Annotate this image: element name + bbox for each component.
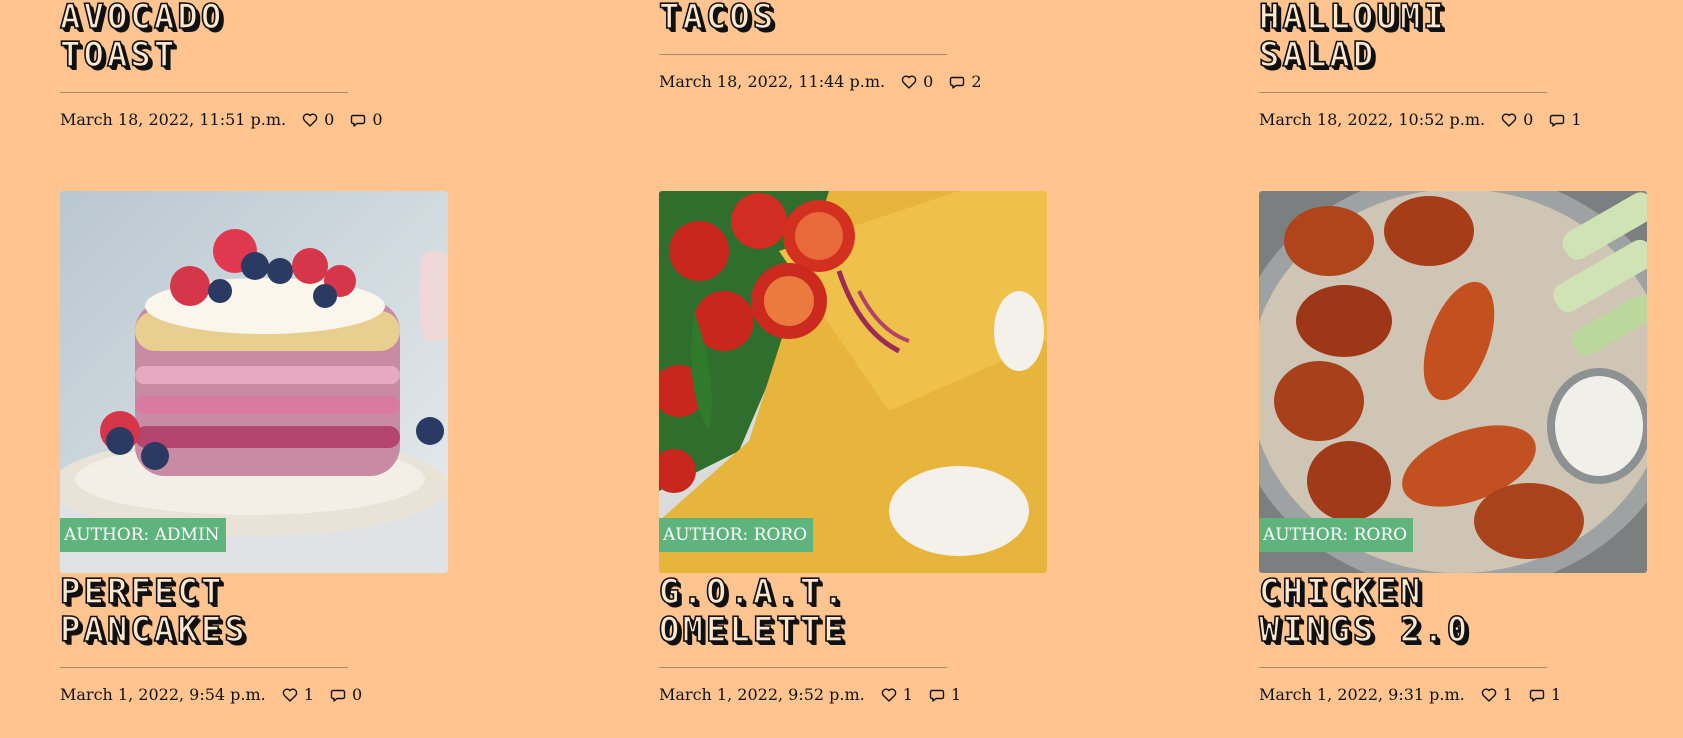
divider: [60, 667, 348, 668]
recipe-card: Halloumi Salad March 18, 2022, 10:52 p.m…: [1258, 0, 1659, 129]
author-badge: AUTHOR: RORO: [659, 518, 814, 552]
recipe-title[interactable]: G.O.A.T. Omelette: [658, 572, 1059, 650]
recipe-meta: March 18, 2022, 10:52 p.m. 0 1: [1259, 110, 1659, 129]
comment-count: 1: [1550, 685, 1562, 704]
recipe-card: Avocado Toast March 18, 2022, 11:51 p.m.…: [59, 0, 460, 129]
recipe-meta: March 1, 2022, 9:54 p.m. 1 0: [60, 685, 460, 704]
comment-icon[interactable]: [350, 112, 366, 128]
comment-count: 0: [372, 110, 383, 129]
like-count: 1: [1502, 685, 1513, 704]
recipe-image-chicken-wings[interactable]: AUTHOR: RORO: [1259, 191, 1647, 573]
comment-count: 2: [971, 72, 982, 91]
like-count: 1: [303, 685, 314, 704]
comment-icon[interactable]: [330, 687, 346, 703]
like-count: 1: [902, 685, 913, 704]
heart-icon[interactable]: [282, 687, 298, 703]
recipe-card: Tacos March 18, 2022, 11:44 p.m. 0 2: [658, 0, 1059, 91]
divider: [60, 92, 348, 93]
omelette-photo: [659, 191, 1047, 573]
recipe-card: Perfect Pancakes March 1, 2022, 9:54 p.m…: [59, 572, 460, 704]
comment-count: 0: [351, 685, 363, 704]
chicken-wings-photo: [1259, 191, 1647, 573]
recipe-title[interactable]: Chicken Wings 2.0: [1258, 572, 1659, 650]
divider: [659, 54, 947, 55]
recipe-meta: March 1, 2022, 9:52 p.m. 1 1: [659, 685, 1059, 704]
comment-icon[interactable]: [929, 687, 945, 703]
post-date: March 18, 2022, 10:52 p.m.: [1259, 110, 1486, 129]
like-count: 0: [923, 72, 934, 91]
recipe-image-omelette[interactable]: AUTHOR: RORO: [659, 191, 1047, 573]
recipe-meta: March 1, 2022, 9:31 p.m. 1 1: [1259, 685, 1659, 704]
heart-icon[interactable]: [302, 112, 318, 128]
recipe-meta: March 18, 2022, 11:51 p.m. 0 0: [60, 110, 460, 129]
comment-icon[interactable]: [1529, 687, 1545, 703]
author-badge: AUTHOR: ADMIN: [60, 518, 226, 552]
post-date: March 1, 2022, 9:52 p.m.: [659, 685, 865, 704]
recipe-title[interactable]: Tacos: [658, 0, 1059, 37]
recipe-meta: March 18, 2022, 11:44 p.m. 0 2: [659, 72, 1059, 91]
post-date: March 1, 2022, 9:31 p.m.: [1259, 685, 1465, 704]
like-count: 0: [324, 110, 335, 129]
recipe-card: G.O.A.T. Omelette March 1, 2022, 9:52 p.…: [658, 572, 1059, 704]
post-date: March 18, 2022, 11:51 p.m.: [60, 110, 287, 129]
divider: [659, 667, 947, 668]
heart-icon[interactable]: [1501, 112, 1517, 128]
heart-icon[interactable]: [1481, 687, 1497, 703]
heart-icon[interactable]: [881, 687, 897, 703]
recipe-title[interactable]: Avocado Toast: [59, 0, 460, 75]
pancakes-photo: [60, 191, 448, 573]
recipe-card: Chicken Wings 2.0 March 1, 2022, 9:31 p.…: [1258, 572, 1659, 704]
post-date: March 18, 2022, 11:44 p.m.: [659, 72, 886, 91]
comment-count: 1: [1571, 110, 1582, 129]
divider: [1259, 92, 1547, 93]
recipe-title[interactable]: Halloumi Salad: [1258, 0, 1659, 75]
comment-icon[interactable]: [1549, 112, 1565, 128]
recipe-image-pancakes[interactable]: AUTHOR: ADMIN: [60, 191, 448, 573]
heart-icon[interactable]: [901, 74, 917, 90]
author-badge: AUTHOR: RORO: [1259, 518, 1414, 552]
post-date: March 1, 2022, 9:54 p.m.: [60, 685, 266, 704]
like-count: 0: [1523, 110, 1534, 129]
comment-count: 1: [950, 685, 962, 704]
divider: [1259, 667, 1547, 668]
recipe-title[interactable]: Perfect Pancakes: [59, 572, 460, 650]
comment-icon[interactable]: [949, 74, 965, 90]
